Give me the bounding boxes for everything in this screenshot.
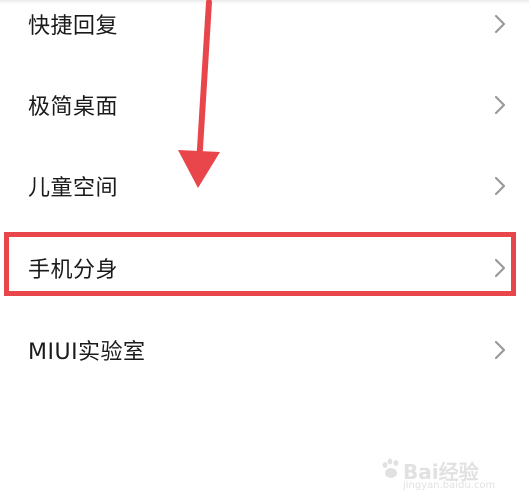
chevron-right-icon (494, 176, 506, 196)
list-item-label: 极简桌面 (28, 95, 119, 120)
list-item-kids-space[interactable]: 儿童空间 (0, 156, 529, 216)
list-item-label: MIUI实验室 (28, 340, 146, 365)
list-item-quick-reply[interactable]: 快捷回复 (0, 0, 529, 54)
baidu-jingyan-watermark: Bai经验 jingyan.baidu.com (381, 452, 521, 496)
list-item-label: 手机分身 (28, 258, 119, 283)
chevron-right-icon (494, 340, 506, 360)
list-item-label: 快捷回复 (28, 14, 119, 39)
chevron-right-icon (494, 14, 506, 34)
list-item-miui-lab[interactable]: MIUI实验室 (0, 320, 529, 380)
list-item-dual-apps[interactable]: 手机分身 (0, 238, 529, 298)
chevron-right-icon (494, 258, 506, 278)
paw-logo-icon (382, 458, 399, 478)
chevron-right-icon (494, 95, 506, 115)
list-item-minimal-desktop[interactable]: 极简桌面 (0, 75, 529, 135)
list-item-label: 儿童空间 (28, 176, 119, 201)
watermark-url: jingyan.baidu.com (403, 480, 496, 491)
